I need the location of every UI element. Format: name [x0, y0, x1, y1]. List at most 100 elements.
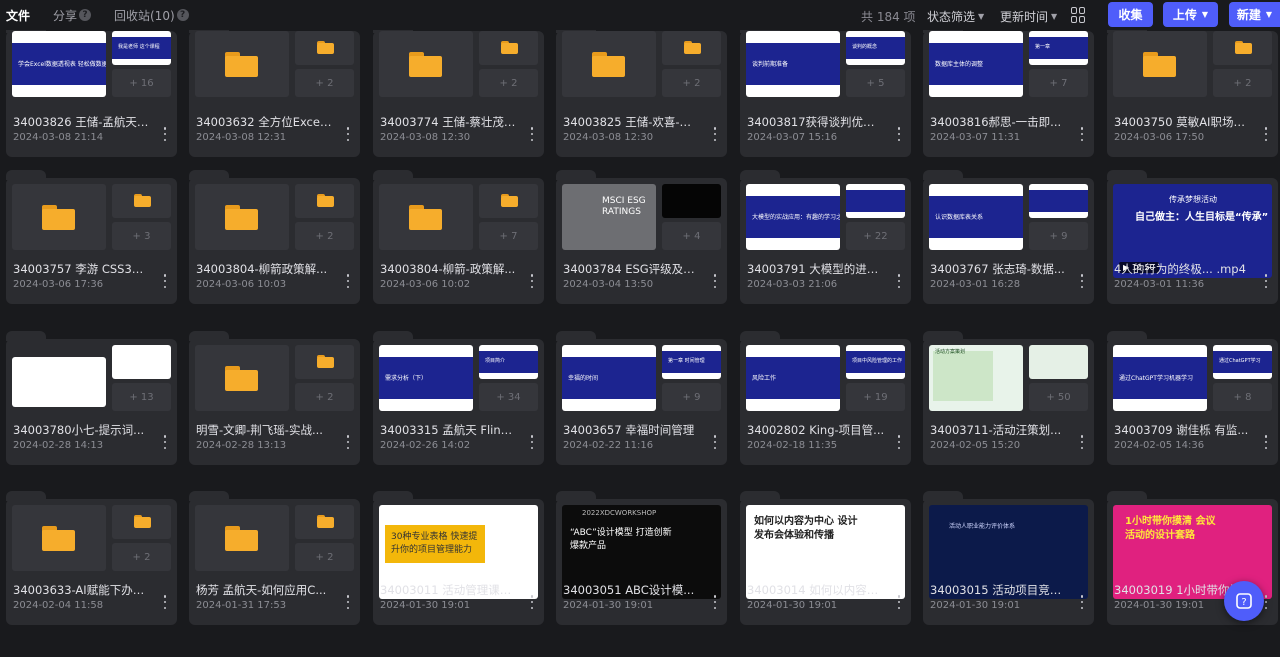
- sort-update-time-dropdown[interactable]: 更新时间 ▼: [1000, 8, 1057, 25]
- file-card[interactable]: 大模型的实战应用：有趣的学习之机器学习 + 22 34003791 大模型的进阶..…: [740, 170, 911, 304]
- file-name[interactable]: 34003826 王储-孟航天 ...: [13, 114, 151, 130]
- help-icon[interactable]: ?: [79, 9, 92, 21]
- more-options-icon[interactable]: [163, 274, 167, 288]
- folder-icon: [225, 366, 258, 391]
- file-name[interactable]: 34003051 ABC设计模...: [563, 582, 701, 598]
- more-options-icon[interactable]: [713, 435, 717, 449]
- file-name[interactable]: 明雪-文卿-荆飞瑶-实战...: [196, 422, 334, 438]
- file-card[interactable]: + 3 34003757 李游 CSS3课... 2024-03-06 17:36: [6, 170, 177, 304]
- more-options-icon[interactable]: [1264, 595, 1268, 609]
- more-options-icon[interactable]: [346, 274, 350, 288]
- file-card[interactable]: 幸福的时间 第一章 时间管理 + 9 34003657 幸福时间管理 2024-02-2…: [556, 331, 727, 465]
- file-name[interactable]: 34003657 幸福时间管理: [563, 422, 701, 438]
- file-name[interactable]: 34003632 全方位Excel...: [196, 114, 334, 130]
- more-options-icon[interactable]: [713, 274, 717, 288]
- file-card[interactable]: MSCI ESG RATINGS + 4 34003784 ESG评级及方... 20…: [556, 170, 727, 304]
- thumbnail-area: 如何以内容为中心 设计发布会体验和传播: [746, 505, 905, 599]
- more-options-icon[interactable]: [1080, 274, 1084, 288]
- more-options-icon[interactable]: [530, 435, 534, 449]
- file-card[interactable]: 活动人职业能力评价体系 34003015 活动项目竞标... 2024-01-30 …: [923, 491, 1094, 625]
- new-button[interactable]: 新建 ▼: [1229, 2, 1280, 27]
- file-name[interactable]: 34003315 孟航天 Flink...: [380, 422, 518, 438]
- file-card[interactable]: + 2 34003750 莫敏AI职场发... 2024-03-06 17:50: [1107, 23, 1278, 157]
- upload-button[interactable]: 上传 ▼: [1163, 2, 1218, 27]
- file-name[interactable]: 34003791 大模型的进阶...: [747, 261, 885, 277]
- file-name[interactable]: 34003709 谢佳栎 有监...: [1114, 422, 1252, 438]
- file-name[interactable]: 34003757 李游 CSS3课...: [13, 261, 151, 277]
- file-name[interactable]: 34003825 王储-欢喜-内...: [563, 114, 701, 130]
- more-options-icon[interactable]: [1264, 274, 1268, 288]
- file-name[interactable]: 34003804-柳箭-政策解...: [380, 261, 518, 277]
- more-options-icon[interactable]: [1080, 435, 1084, 449]
- file-card[interactable]: 需求分析（下） 项目简介 + 34 34003315 孟航天 Flink... 2024…: [373, 331, 544, 465]
- file-name[interactable]: 34003011 活动管理课：...: [380, 582, 518, 598]
- more-options-icon[interactable]: [1080, 595, 1084, 609]
- file-name[interactable]: 34003750 莫敏AI职场发...: [1114, 114, 1252, 130]
- file-name[interactable]: 34003780小七-提示词...: [13, 422, 151, 438]
- more-options-icon[interactable]: [163, 595, 167, 609]
- file-card[interactable]: + 2 34003825 王储-欢喜-内... 2024-03-08 12:30: [556, 23, 727, 157]
- more-options-icon[interactable]: [897, 435, 901, 449]
- file-name[interactable]: 杨芳 孟航天-如何应用C...: [196, 582, 334, 598]
- file-card[interactable]: + 7 34003804-柳箭-政策解... 2024-03-06 10:02: [373, 170, 544, 304]
- file-name[interactable]: 34003774 王储-蔡壮茂-...: [380, 114, 518, 130]
- tab-recycle-bin[interactable]: 回收站(10)?: [110, 0, 193, 30]
- file-card[interactable]: 传承梦想活动 自己做主：人生目标是“传承” ▶ 10:50 4人的行为的终极... .…: [1107, 170, 1278, 304]
- file-card[interactable]: 学会Excel数据透视表 轻松做数据统计 我是老师 这个课程 + 16 3400382…: [6, 23, 177, 157]
- more-options-icon[interactable]: [897, 274, 901, 288]
- file-name[interactable]: 34003817获得谈判优势...: [747, 114, 885, 130]
- file-card[interactable]: 如何以内容为中心 设计发布会体验和传播 34003014 如何以内容为... 202…: [740, 491, 911, 625]
- more-options-icon[interactable]: [346, 435, 350, 449]
- file-name[interactable]: 34003014 如何以内容为...: [747, 582, 885, 598]
- grid-view-icon[interactable]: [1071, 7, 1087, 23]
- more-options-icon[interactable]: [713, 595, 717, 609]
- file-card[interactable]: + 13 34003780小七-提示词... 2024-02-28 14:13: [6, 331, 177, 465]
- file-name[interactable]: 34003015 活动项目竞标...: [930, 582, 1068, 598]
- more-options-icon[interactable]: [1080, 127, 1084, 141]
- more-options-icon[interactable]: [346, 127, 350, 141]
- file-card[interactable]: + 2 34003633-AI赋能下办公... 2024-02-04 11:58: [6, 491, 177, 625]
- file-card[interactable]: + 2 34003804-柳箭政策解... 2024-03-06 10:03: [189, 170, 360, 304]
- tab-share[interactable]: 分享?: [49, 0, 95, 30]
- file-name[interactable]: 4人的行为的终极... .mp4: [1114, 261, 1252, 277]
- file-name[interactable]: 34003711-活动汪策划...: [930, 422, 1068, 438]
- file-card[interactable]: 谈判前期准备 谈判的概念 + 5 34003817获得谈判优势... 2024-03-0…: [740, 23, 911, 157]
- more-options-icon[interactable]: [530, 274, 534, 288]
- folder-body: [134, 516, 151, 528]
- file-card[interactable]: + 2 明雪-文卿-荆飞瑶-实战... 2024-02-28 13:13: [189, 331, 360, 465]
- thumbnail-count: + 2: [662, 69, 721, 97]
- tab-files[interactable]: 文件: [2, 0, 34, 30]
- more-options-icon[interactable]: [1264, 127, 1268, 141]
- file-card[interactable]: + 2 34003774 王储-蔡壮茂-... 2024-03-08 12:30: [373, 23, 544, 157]
- collect-button[interactable]: 收集: [1108, 2, 1153, 27]
- more-options-icon[interactable]: [163, 435, 167, 449]
- help-icon[interactable]: ?: [176, 9, 189, 21]
- file-name[interactable]: 34003767 张志琦-数据...: [930, 261, 1068, 277]
- feedback-button[interactable]: ?: [1224, 581, 1264, 621]
- file-card[interactable]: 认识数据库表关系 + 9 34003767 张志琦-数据... 2024-03-01 …: [923, 170, 1094, 304]
- file-card[interactable]: + 2 34003632 全方位Excel... 2024-03-08 12:31: [189, 23, 360, 157]
- file-name[interactable]: 34003816郝思-一击即...: [930, 114, 1068, 130]
- file-card[interactable]: 风险工作 项目中风险管理的工作 + 19 34002802 King-项目管... 20…: [740, 331, 911, 465]
- file-card[interactable]: 通过ChatGPT学习机器学习 通过ChatGPT学习 + 8 34003709 谢佳…: [1107, 331, 1278, 465]
- more-options-icon[interactable]: [713, 127, 717, 141]
- file-name[interactable]: 34003804-柳箭政策解...: [196, 261, 334, 277]
- file-name[interactable]: 34002802 King-项目管...: [747, 422, 885, 438]
- more-options-icon[interactable]: [897, 127, 901, 141]
- more-options-icon[interactable]: [530, 595, 534, 609]
- chevron-down-icon: ▼: [1265, 10, 1273, 19]
- file-card[interactable]: 活动方案策划 + 50 34003711-活动汪策划... 2024-02-05 15…: [923, 331, 1094, 465]
- more-options-icon[interactable]: [346, 595, 350, 609]
- thumbnail-count: + 7: [479, 222, 538, 250]
- more-options-icon[interactable]: [1264, 435, 1268, 449]
- more-options-icon[interactable]: [897, 595, 901, 609]
- file-card[interactable]: “ABC”设计模型 打造创新爆款产品 2022XDCWORKSHOP 3400305…: [556, 491, 727, 625]
- file-card[interactable]: + 2 杨芳 孟航天-如何应用C... 2024-01-31 17:53: [189, 491, 360, 625]
- file-name[interactable]: 34003633-AI赋能下办公...: [13, 582, 151, 598]
- file-card[interactable]: 数据库主体的调整 第一章 + 7 34003816郝思-一击即... 2024-03-0…: [923, 23, 1094, 157]
- more-options-icon[interactable]: [530, 127, 534, 141]
- status-filter-dropdown[interactable]: 状态筛选 ▼: [927, 8, 984, 25]
- more-options-icon[interactable]: [163, 127, 167, 141]
- file-card[interactable]: 30种专业表格 快速提升你的项目管理能力 34003011 活动管理课：... 20…: [373, 491, 544, 625]
- file-name[interactable]: 34003784 ESG评级及方...: [563, 261, 701, 277]
